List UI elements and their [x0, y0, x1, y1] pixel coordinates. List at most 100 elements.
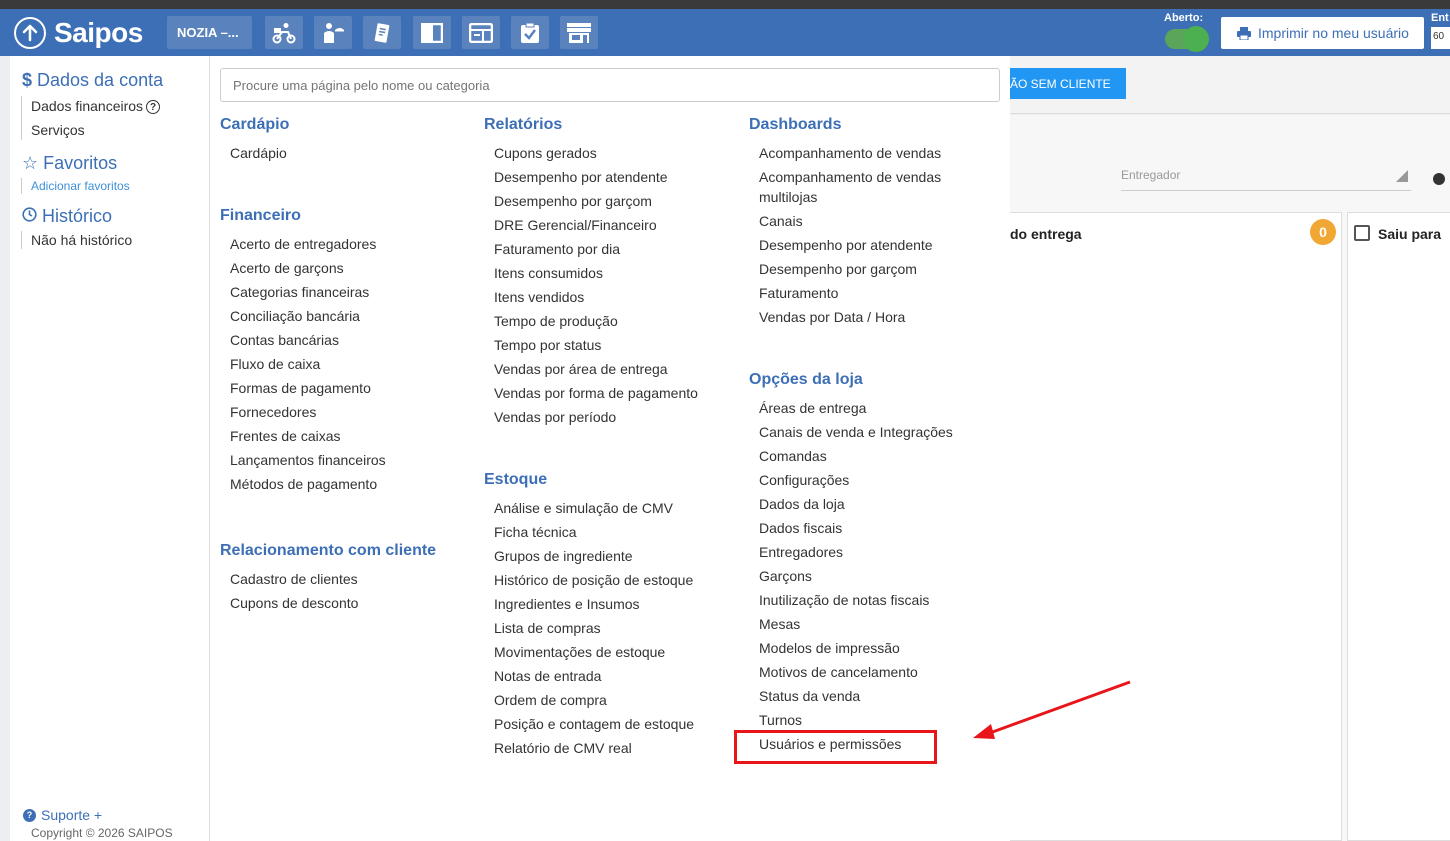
store-button[interactable] [560, 16, 598, 49]
menu-item[interactable]: Ordem de compra [494, 690, 607, 710]
sidebar-item-financial-data[interactable]: Dados financeiros? [31, 98, 161, 115]
help-icon[interactable]: ? [146, 100, 161, 115]
menu-item[interactable]: Itens consumidos [494, 263, 603, 283]
column-checkbox[interactable] [1354, 225, 1370, 241]
menu-item[interactable]: Dados da loja [759, 494, 845, 514]
menu-item[interactable]: Turnos [759, 710, 802, 730]
menu-item[interactable]: Vendas por período [494, 407, 616, 427]
menu-item[interactable]: Categorias financeiras [230, 282, 369, 302]
menu-item[interactable]: Cupons de desconto [230, 593, 358, 613]
copyright-text: Copyright © 2026 SAIPOS [31, 826, 173, 840]
menu-item[interactable]: Acerto de garçons [230, 258, 344, 278]
history-section-title[interactable]: Histórico [22, 206, 112, 227]
menu-item[interactable]: Canais [759, 211, 803, 231]
menu-item[interactable]: Grupos de ingrediente [494, 546, 633, 566]
menu-item[interactable]: Fornecedores [230, 402, 316, 422]
menu-item[interactable]: Acompanhamento de vendas multilojas [759, 167, 959, 207]
menu-item[interactable]: Cupons gerados [494, 143, 597, 163]
menu-item[interactable]: Cardápio [230, 143, 287, 163]
menu-item[interactable]: Vendas por área de entrega [494, 359, 668, 379]
menu-item[interactable]: Comandas [759, 446, 827, 466]
menu-item[interactable]: Mesas [759, 614, 800, 634]
menu-item[interactable]: Canais de venda e Integrações [759, 422, 953, 442]
open-status-toggle[interactable] [1165, 26, 1209, 52]
menu-item[interactable]: Frentes de caixas [230, 426, 341, 446]
menu-item[interactable]: Itens vendidos [494, 287, 584, 307]
menu-item[interactable]: Relatório de CMV real [494, 738, 632, 758]
menu-item[interactable]: Dados fiscais [759, 518, 842, 538]
clipboard-check-icon [521, 22, 539, 43]
count-badge: 0 [1310, 219, 1336, 245]
menu-item[interactable]: Lançamentos financeiros [230, 450, 386, 470]
menu-item[interactable]: Conciliação bancária [230, 306, 360, 326]
menu-item[interactable]: Desempenho por garçom [759, 259, 917, 279]
waiter-button[interactable] [314, 16, 352, 49]
menu-item[interactable]: Áreas de entrega [759, 398, 866, 418]
menu-item[interactable]: Acerto de entregadores [230, 234, 376, 254]
category-dashboards: Dashboards [749, 116, 842, 133]
menu-item[interactable]: Análise e simulação de CMV [494, 498, 673, 518]
menu-item[interactable]: Desempenho por atendente [494, 167, 668, 187]
menu-item[interactable]: Acompanhamento de vendas [759, 143, 941, 163]
menu-item[interactable]: Status da venda [759, 686, 860, 706]
menu-item[interactable]: Lista de compras [494, 618, 601, 638]
menu-item[interactable]: Fluxo de caixa [230, 354, 320, 374]
dropdown-circle-icon[interactable] [1433, 173, 1445, 185]
menu-item[interactable]: Tempo de produção [494, 311, 618, 331]
sidebar-item-services[interactable]: Serviços [31, 122, 85, 138]
menu-item[interactable]: Formas de pagamento [230, 378, 371, 398]
print-my-user-button[interactable]: Imprimir no meu usuário [1221, 17, 1424, 49]
order-pad-button[interactable] [363, 16, 401, 49]
clipboard-check-button[interactable] [511, 16, 549, 49]
account-section-title[interactable]: $ Dados da conta [22, 70, 163, 91]
menu-item[interactable]: Motivos de cancelamento [759, 662, 918, 682]
star-icon: ☆ [22, 153, 39, 173]
menu-item[interactable]: DRE Gerencial/Financeiro [494, 215, 657, 235]
table-layout-button[interactable] [462, 16, 500, 49]
kanban-column-delivery [1000, 212, 1342, 841]
page-search-input[interactable] [220, 68, 1000, 102]
ent-input[interactable]: 60 [1431, 27, 1450, 49]
section-rule [21, 231, 22, 249]
kanban-button[interactable] [413, 16, 451, 49]
add-favorites-link[interactable]: Adicionar favoritos [31, 179, 130, 193]
menu-item[interactable]: Posição e contagem de estoque [494, 714, 694, 734]
menu-item[interactable]: Contas bancárias [230, 330, 339, 350]
favorites-section-title[interactable]: ☆ Favoritos [22, 153, 117, 174]
history-empty-text: Não há histórico [31, 232, 133, 248]
menu-item[interactable]: Configurações [759, 470, 849, 490]
entregador-select[interactable]: Entregador [1121, 168, 1180, 182]
menu-item[interactable]: Ficha técnica [494, 522, 576, 542]
menu-item[interactable]: Faturamento por dia [494, 239, 620, 259]
support-link[interactable]: ? Suporte + [23, 807, 102, 823]
menu-item[interactable]: Entregadores [759, 542, 843, 562]
ent-label: Ent [1431, 12, 1449, 24]
red-arrow-icon [973, 680, 1131, 739]
menu-item[interactable]: Métodos de pagamento [230, 474, 377, 494]
menu-item[interactable]: Cadastro de clientes [230, 569, 358, 589]
print-button-label: Imprimir no meu usuário [1258, 25, 1409, 41]
menu-item[interactable]: Modelos de impressão [759, 638, 900, 658]
category-financeiro: Financeiro [220, 207, 301, 224]
logo-text: Saipos [54, 17, 143, 48]
delivery-button[interactable] [265, 16, 303, 49]
menu-item[interactable]: Movimentações de estoque [494, 642, 665, 662]
open-status-label: Aberto: [1164, 12, 1204, 24]
store-selector[interactable]: NOZIA –... [167, 16, 252, 49]
menu-item[interactable]: Vendas por Data / Hora [759, 307, 905, 327]
menu-item[interactable]: Garçons [759, 566, 812, 586]
window-top-strip [0, 0, 1450, 9]
menu-item[interactable]: Faturamento [759, 283, 838, 303]
sale-without-client-button[interactable]: ÃO SEM CLIENTE [1005, 68, 1126, 99]
menu-item[interactable]: Notas de entrada [494, 666, 601, 686]
table-layout-icon [469, 22, 493, 43]
menu-item[interactable]: Ingredientes e Insumos [494, 594, 640, 614]
menu-item[interactable]: Histórico de posição de estoque [494, 570, 693, 590]
menu-item[interactable]: Vendas por forma de pagamento [494, 383, 698, 403]
menu-item[interactable]: Tempo por status [494, 335, 601, 355]
saipos-logo[interactable]: Saipos [14, 17, 143, 49]
menu-item[interactable]: Inutilização de notas fiscais [759, 590, 929, 610]
menu-item[interactable]: Desempenho por atendente [759, 235, 933, 255]
category-cardapio: Cardápio [220, 116, 290, 133]
menu-item[interactable]: Desempenho por garçom [494, 191, 652, 211]
